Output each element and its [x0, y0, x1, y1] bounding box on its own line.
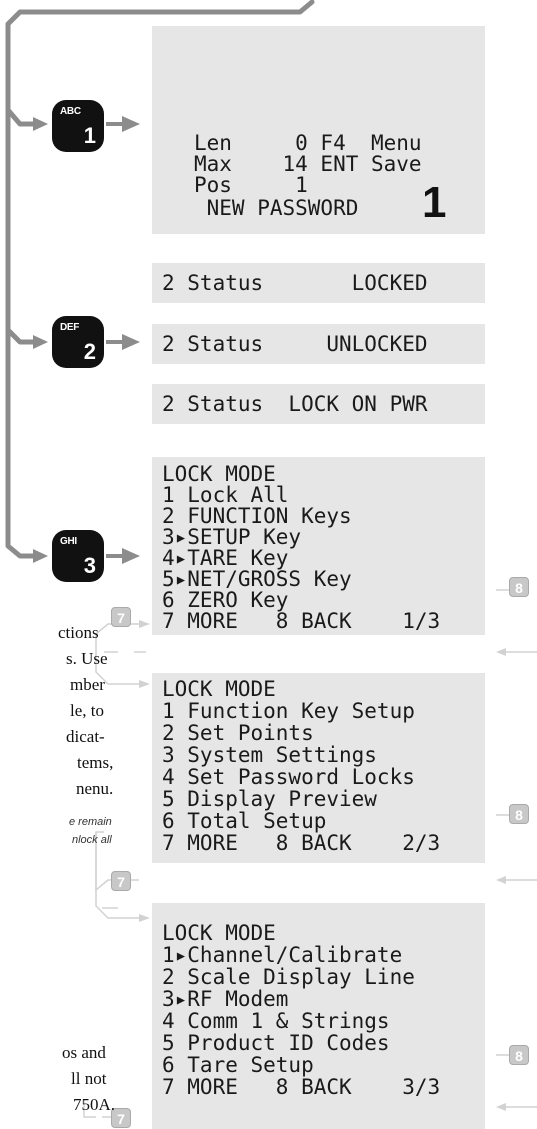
key-number: 3: [83, 553, 96, 578]
status-text: 2 Status LOCKED: [162, 271, 428, 295]
key-number: 1: [83, 123, 96, 148]
menu-line[interactable]: 6 ZERO Key: [162, 590, 288, 611]
side-text-line: ll not: [71, 1069, 107, 1088]
menu-line[interactable]: 2 Scale Display Line: [162, 967, 415, 988]
menu-line: LOCK MODE: [162, 921, 276, 945]
menu-line[interactable]: 6 Tare Setup: [162, 1055, 314, 1076]
back-badge-8: 8: [509, 804, 529, 824]
side-text-line: 750A.: [73, 1095, 116, 1114]
screen-title: NEW PASSWORD: [194, 196, 359, 220]
key-def-2[interactable]: DEF 2: [52, 316, 104, 368]
key-number: 2: [83, 339, 96, 364]
lock-mode-page-2: LOCK MODE 1 Function Key Setup 2 Set Poi…: [152, 673, 485, 863]
menu-footer[interactable]: 7 MORE 8 BACK 1/3: [162, 611, 440, 632]
menu-line[interactable]: 1 Lock All: [162, 485, 288, 506]
side-text-line: mber: [70, 675, 105, 694]
more-badge-7: 7: [111, 871, 131, 891]
status-text: 2 Status UNLOCKED: [162, 332, 428, 356]
menu-line[interactable]: 5 Product ID Codes: [162, 1033, 390, 1054]
screen-line: Pos 1: [194, 173, 308, 197]
side-text-line: os and: [62, 1043, 106, 1062]
menu-line[interactable]: 2 Set Points: [162, 723, 314, 744]
menu-line[interactable]: 6 Total Setup: [162, 811, 326, 832]
side-text-line: tems,: [77, 753, 114, 772]
menu-line: LOCK MODE: [162, 462, 276, 486]
side-text-line: s. Use: [66, 649, 108, 668]
menu-line[interactable]: 4 Comm 1 & Strings: [162, 1011, 390, 1032]
key-sub-label: GHI: [60, 536, 77, 547]
status-screen-unlocked: 2 Status UNLOCKED: [152, 324, 485, 364]
lock-mode-page-3: LOCK MODE 1▸Channel/Calibrate 2 Scale Di…: [152, 903, 485, 1129]
lock-mode-page-1: LOCK MODE 1 Lock All 2 FUNCTION Keys 3▸S…: [152, 457, 485, 635]
side-note-line: e remain: [69, 816, 112, 828]
menu-footer[interactable]: 7 MORE 8 BACK 2/3: [162, 833, 440, 854]
back-badge-8: 8: [509, 1045, 529, 1065]
side-note-line: nlock all: [72, 834, 112, 846]
menu-line[interactable]: 2 FUNCTION Keys: [162, 506, 352, 527]
menu-line[interactable]: 3▸SETUP Key: [162, 527, 301, 548]
key-ghi-3[interactable]: GHI 3: [52, 530, 104, 582]
status-screen-lock-on-pwr: 2 Status LOCK ON PWR: [152, 384, 485, 424]
menu-line[interactable]: 5 Display Preview: [162, 789, 377, 810]
key-sub-label: ABC: [60, 106, 81, 117]
password-digit: 1: [422, 178, 447, 227]
more-badge-7: 7: [111, 607, 131, 627]
menu-line[interactable]: 3▸RF Modem: [162, 989, 288, 1010]
side-text-line: dicat-: [66, 727, 105, 746]
status-screen-locked: 2 Status LOCKED: [152, 263, 485, 303]
menu-line[interactable]: 1 Function Key Setup: [162, 701, 415, 722]
side-text-line: ctions: [58, 623, 99, 642]
menu-line[interactable]: 4▸TARE Key: [162, 548, 288, 569]
menu-footer[interactable]: 7 MORE 8 BACK 3/3: [162, 1077, 440, 1098]
status-text: 2 Status LOCK ON PWR: [162, 392, 428, 416]
back-badge-8: 8: [509, 577, 529, 597]
menu-line[interactable]: 1▸Channel/Calibrate: [162, 945, 402, 966]
key-abc-1[interactable]: ABC 1: [52, 100, 104, 152]
menu-line[interactable]: 5▸NET/GROSS Key: [162, 569, 352, 590]
screen-line: Len 0 F4 Menu: [194, 131, 422, 155]
menu-line[interactable]: 4 Set Password Locks: [162, 767, 415, 788]
menu-line[interactable]: 3 System Settings: [162, 745, 377, 766]
key-sub-label: DEF: [60, 322, 80, 333]
screen-line: Max 14 ENT Save: [194, 152, 422, 176]
menu-line: LOCK MODE: [162, 677, 276, 701]
side-text-line: nenu.: [76, 779, 114, 798]
new-password-screen: Len 0 F4 Menu Max 14 ENT Save Pos 1 NEW …: [152, 26, 485, 234]
side-text-line: le, to: [70, 701, 104, 720]
